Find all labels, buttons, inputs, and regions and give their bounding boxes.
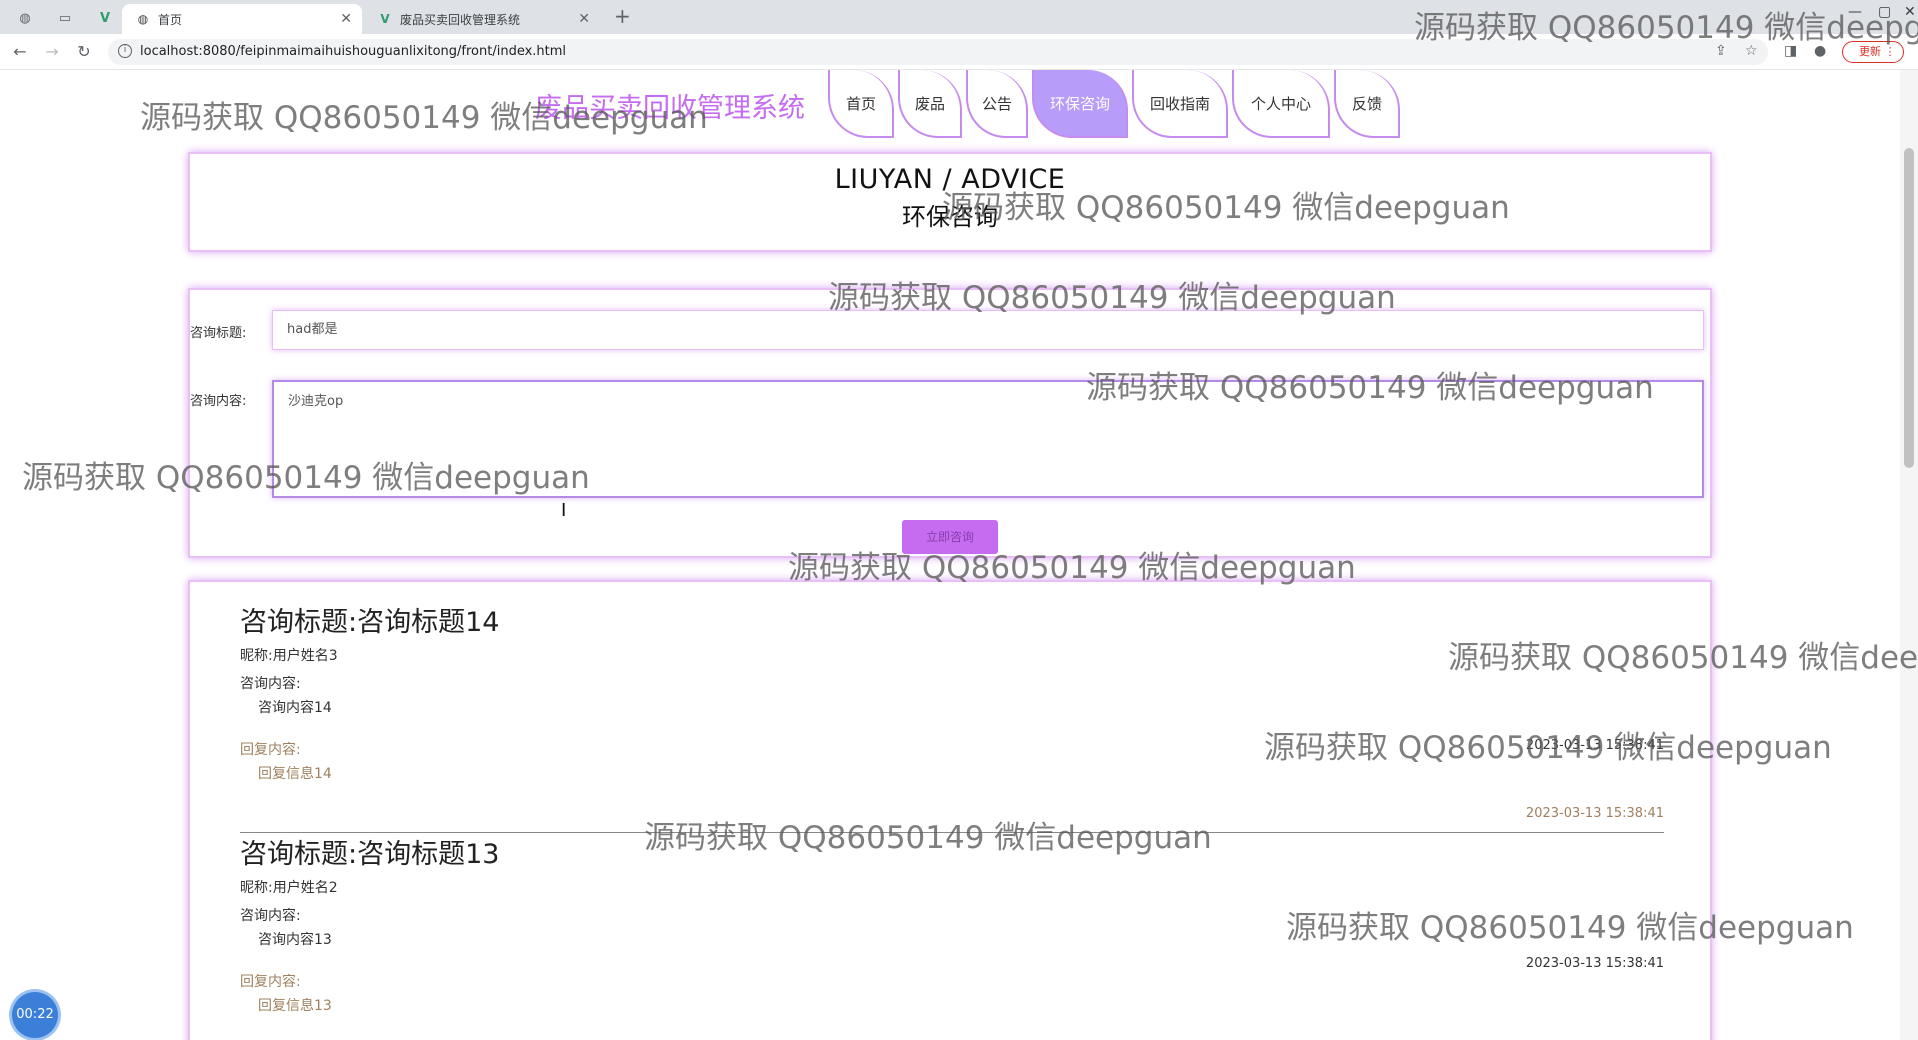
entry-nickname: 昵称:用户姓名3	[240, 648, 338, 664]
globe-icon: ◍	[137, 12, 149, 26]
nav-item-profile[interactable]: 个人中心	[1232, 70, 1330, 138]
tab-home-label: 首页	[158, 12, 183, 27]
vue-logo-icon: V	[380, 12, 390, 26]
nav-item-waste[interactable]: 废品	[898, 70, 962, 138]
entry-reply-label: 回复内容:	[240, 974, 301, 990]
tab-home[interactable]: ◍ 首页 ✕	[122, 4, 362, 34]
nav-item-feedback[interactable]: 反馈	[1334, 70, 1400, 138]
entry-reply: 回复信息14	[258, 766, 332, 782]
entry-content-label: 咨询内容:	[240, 676, 301, 692]
consult-list: 咨询标题:咨询标题14 昵称:用户姓名3 咨询内容: 咨询内容14 2023-0…	[188, 580, 1712, 1040]
tab-system[interactable]: V 废品买卖回收管理系统 ✕	[364, 4, 600, 34]
list-item: 咨询标题:咨询标题14 昵称:用户姓名3 咨询内容: 咨询内容14 2023-0…	[240, 600, 1664, 833]
page-scrollbar[interactable]	[1900, 70, 1918, 1040]
nav-label: 个人中心	[1250, 94, 1311, 113]
list-item: 咨询标题:咨询标题13 昵称:用户姓名2 咨询内容: 咨询内容13 2023-0…	[240, 832, 1664, 1040]
submit-consult-button[interactable]: 立即咨询	[902, 520, 998, 554]
side-panel-icon[interactable]: ◨	[1784, 43, 1797, 59]
maximize-icon[interactable]: ▢	[1878, 4, 1891, 20]
pinned-tab-page-icon[interactable]: ▭	[50, 6, 80, 30]
bookmark-star-icon[interactable]: ☆	[1745, 43, 1758, 59]
site-info-icon[interactable]: i	[118, 44, 132, 58]
nav-label: 环保咨询	[1049, 94, 1110, 113]
forward-arrow-icon[interactable]: →	[42, 42, 62, 62]
entry-content-label: 咨询内容:	[240, 908, 301, 924]
url-field[interactable]: i localhost:8080/feipinmaimaihuishouguan…	[108, 39, 1768, 65]
entry-title: 咨询标题:咨询标题13	[240, 839, 500, 870]
entry-content: 咨询内容14	[258, 700, 332, 716]
profile-avatar-icon[interactable]: ●	[1814, 43, 1826, 59]
reload-icon[interactable]: ↻	[74, 42, 94, 62]
share-icon[interactable]: ⇪	[1715, 43, 1727, 59]
banner-title-en: LIUYAN / ADVICE	[834, 164, 1066, 195]
content-textarea[interactable]: 沙迪克op	[272, 380, 1704, 498]
entry-date: 2023-03-13 15:38:41	[1525, 738, 1664, 753]
new-tab-plus-icon[interactable]: +	[614, 4, 631, 28]
url-text: localhost:8080/feipinmaimaihuishouguanli…	[140, 44, 567, 59]
title-input[interactable]: had都是	[272, 310, 1704, 350]
consult-form: 咨询标题: had都是 咨询内容: 沙迪克op 立即咨询	[188, 288, 1712, 558]
nav-item-home[interactable]: 首页	[828, 70, 894, 138]
entry-date: 2023-03-13 15:38:41	[1525, 956, 1664, 971]
browser-tab-bar: ◍ ▭ V ◍ 首页 ✕ V 废品买卖回收管理系统 ✕ + — ▢ ✕	[0, 0, 1918, 34]
update-label: 更新	[1859, 45, 1881, 58]
update-button[interactable]: 更新 ⋮	[1842, 41, 1904, 63]
tab-system-label: 废品买卖回收管理系统	[400, 12, 521, 27]
content-label: 咨询内容:	[190, 394, 247, 409]
nav-label: 废品	[914, 94, 945, 113]
site-title: 废品买卖回收管理系统	[535, 93, 805, 124]
nav-item-consult[interactable]: 环保咨询	[1032, 70, 1128, 138]
entry-reply-label: 回复内容:	[240, 742, 301, 758]
pinned-tab-globe-icon[interactable]: ◍	[10, 6, 40, 30]
window-close-icon[interactable]: ✕	[1904, 4, 1916, 20]
nav-item-guide[interactable]: 回收指南	[1132, 70, 1228, 138]
nav-label: 公告	[981, 94, 1012, 113]
nav-item-notice[interactable]: 公告	[966, 70, 1028, 138]
title-label: 咨询标题:	[190, 326, 247, 341]
entry-reply-date: 2023-03-13 15:38:41	[1525, 806, 1664, 821]
minimize-icon[interactable]: —	[1848, 4, 1862, 20]
page-banner: LIUYAN / ADVICE 环保咨询	[188, 152, 1712, 252]
close-icon[interactable]: ✕	[340, 11, 352, 27]
nav-label: 反馈	[1351, 94, 1382, 113]
scrollbar-thumb[interactable]	[1904, 148, 1914, 468]
text-cursor-icon: I	[561, 500, 567, 521]
nav-label: 首页	[845, 94, 876, 113]
entry-reply: 回复信息13	[258, 998, 332, 1014]
recording-timer-badge[interactable]: 00:22	[12, 992, 58, 1038]
entry-content: 咨询内容13	[258, 932, 332, 948]
address-bar: ← → ↻ i localhost:8080/feipinmaimaihuish…	[0, 34, 1918, 70]
nav-label: 回收指南	[1149, 94, 1210, 113]
banner-title-cn: 环保咨询	[902, 203, 998, 231]
close-icon[interactable]: ✕	[578, 11, 590, 27]
page-content: 废品买卖回收管理系统 首页 废品 公告 环保咨询 回收指南 个人中心 反馈 LI…	[0, 70, 1900, 1040]
back-arrow-icon[interactable]: ←	[10, 42, 30, 62]
pinned-tab-vue-icon[interactable]: V	[90, 6, 120, 30]
entry-title: 咨询标题:咨询标题14	[240, 607, 500, 638]
entry-nickname: 昵称:用户姓名2	[240, 880, 338, 896]
